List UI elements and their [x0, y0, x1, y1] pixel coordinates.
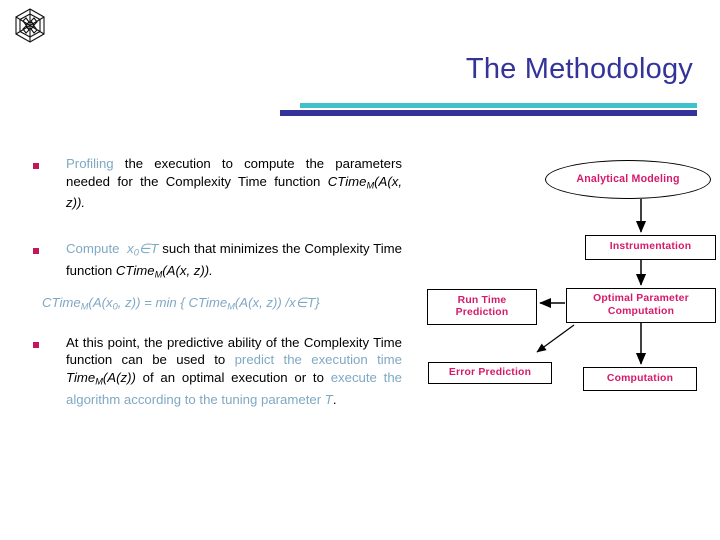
node-label: Analytical Modeling [576, 173, 680, 186]
node-label: Optimal Parameter [593, 293, 689, 305]
institution-hex-logo-icon [13, 7, 47, 45]
run-time-prediction-node[interactable]: Run Time Prediction [427, 289, 537, 325]
bullet-text-compute: Compute x0∈T such that minimizes the Com… [66, 240, 402, 284]
bullet-segment-formula: CTimeM(A(x, z)). [115, 262, 213, 280]
bullet-marker-icon [33, 341, 39, 348]
node-label: Prediction [455, 307, 509, 318]
bullet-segment: Profiling [66, 156, 114, 171]
slide-canvas: The Methodology Profiling the execution … [0, 0, 720, 540]
node-label: Run Time [457, 294, 507, 306]
bullet-segment-formula: TimeM(A(z)) [66, 369, 136, 387]
instrumentation-node[interactable]: Instrumentation [585, 235, 716, 260]
analytical-modeling-node[interactable]: Analytical Modeling [545, 160, 711, 199]
bullet-segment: of an optimal execution or to [135, 369, 331, 385]
edge-optimal-to-error [536, 324, 575, 353]
bullet-text-prediction: At this point, the predictive ability of… [66, 334, 402, 409]
node-label: Error Prediction [448, 366, 532, 378]
error-prediction-node[interactable]: Error Prediction [428, 362, 552, 384]
slide-title: The Methodology [465, 53, 693, 85]
title-rule-teal [300, 103, 697, 108]
bullet-text-profiling: Profiling the execution to compute the p… [66, 155, 402, 212]
bullet-item-profiling: Profiling the execution to compute the p… [0, 155, 420, 212]
bullet-segment-variable: x0∈T [127, 241, 159, 258]
bullet-marker-icon [33, 163, 39, 169]
node-label: Computation [607, 305, 675, 317]
node-label: Instrumentation [609, 241, 692, 253]
bullet-segment: predict the execution time [234, 352, 402, 368]
bullet-marker-icon [33, 248, 39, 255]
node-label: Computation [606, 372, 674, 384]
formula-ctime-min: CTimeM(A(x0, z)) = min { CTimeM(A(x, z))… [42, 294, 320, 312]
bullet-segment-variable: T [324, 391, 333, 407]
computation-node[interactable]: Computation [583, 367, 697, 391]
bullet-item-compute: Compute x0∈T such that minimizes the Com… [0, 240, 420, 284]
bullet-segment: Compute [66, 241, 120, 257]
title-rule-navy [280, 110, 697, 116]
optimal-parameter-computation-node[interactable]: Optimal Parameter Computation [566, 288, 716, 323]
bullet-item-prediction: At this point, the predictive ability of… [0, 334, 420, 409]
body-content: Profiling the execution to compute the p… [0, 155, 420, 422]
bullet-segment: . [332, 391, 337, 407]
